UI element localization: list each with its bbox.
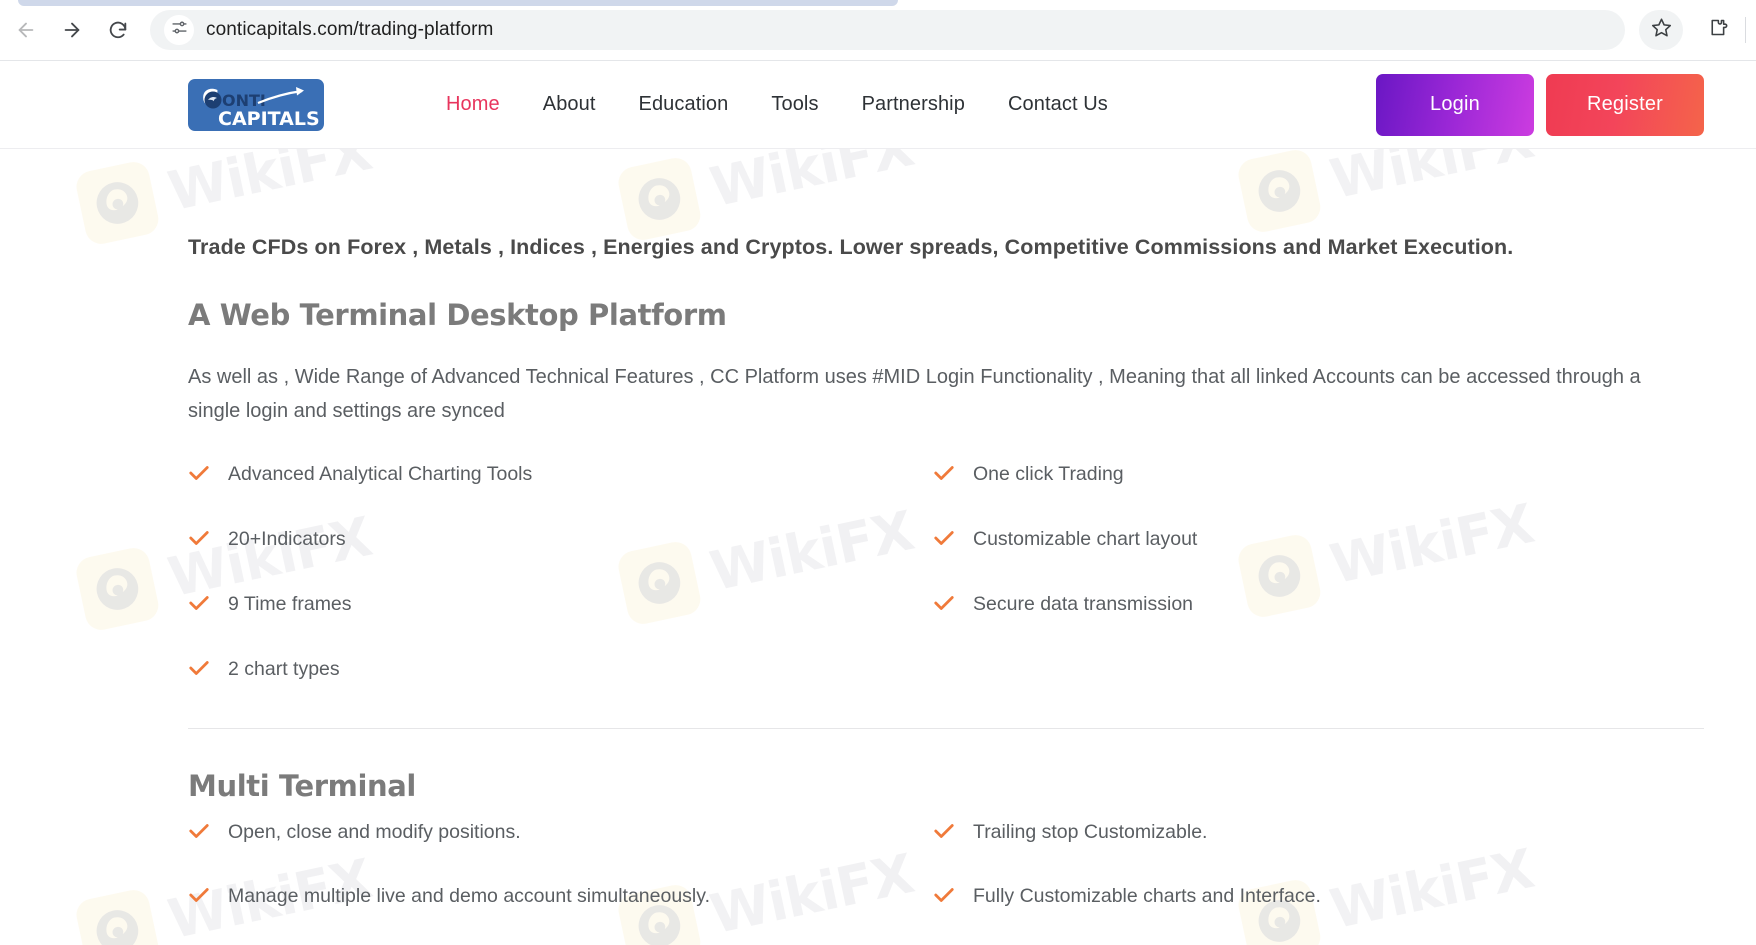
browser-tab-strip[interactable] (18, 0, 898, 6)
list-item: Manage multiple live and demo account si… (188, 881, 933, 911)
section-title-multi-terminal: Multi Terminal (188, 769, 1704, 803)
nav-item-tools[interactable]: Tools (771, 93, 818, 116)
list-item: Customizable chart layout (933, 524, 1704, 554)
feature-label: Secure data transmission (973, 589, 1193, 619)
nav-item-about[interactable]: About (543, 93, 596, 116)
list-item: 9 Time frames (188, 589, 933, 619)
feature-label: Customizable chart layout (973, 524, 1197, 554)
bookmark-button[interactable] (1639, 10, 1683, 50)
check-icon (188, 592, 210, 619)
browser-toolbar: conticapitals.com/trading-platform (0, 0, 1756, 61)
feature-column-left: Advanced Analytical Charting Tools 20+In… (188, 459, 933, 720)
feature-label: 2 chart types (228, 654, 340, 684)
toolbar-divider (1745, 17, 1746, 43)
feature-label: Trailing stop Customizable. (973, 817, 1207, 847)
site-logo[interactable]: C ONTI CAPITALS (188, 79, 324, 131)
toolbar-right-actions (1639, 10, 1756, 50)
list-item: One click Trading (933, 459, 1704, 489)
feature-label: Fully Customizable charts and Interface. (973, 881, 1321, 911)
section-divider (188, 728, 1704, 729)
check-icon (933, 462, 955, 489)
puzzle-piece-icon (1707, 17, 1728, 43)
page-viewport: WikiFX WikiFX WikiFX WikiFX WikiFX WikiF… (0, 61, 1756, 945)
check-icon (933, 884, 955, 911)
check-icon (188, 527, 210, 554)
check-icon (188, 657, 210, 684)
address-bar[interactable]: conticapitals.com/trading-platform (150, 10, 1625, 50)
feature-column-right: One click Trading Customizable chart lay… (933, 459, 1704, 720)
section-title-web-terminal: A Web Terminal Desktop Platform (188, 298, 1704, 332)
list-item: 20+Indicators (188, 524, 933, 554)
forward-arrow-icon (61, 19, 83, 41)
extensions-button[interactable] (1697, 10, 1737, 50)
register-button[interactable]: Register (1546, 74, 1704, 136)
feature-label: 20+Indicators (228, 524, 346, 554)
wikifx-bird-icon (74, 159, 162, 247)
list-item: Advanced Analytical Charting Tools (188, 459, 933, 489)
main-navigation: Home About Education Tools Partnership C… (446, 93, 1108, 116)
feature-label: Open, close and modify positions. (228, 817, 521, 847)
login-button[interactable]: Login (1376, 74, 1534, 136)
feature-label: Manage multiple live and demo account si… (228, 881, 710, 911)
feature-label: Advanced Analytical Charting Tools (228, 459, 532, 489)
tune-icon (171, 19, 188, 41)
feature-grid-web-terminal: Advanced Analytical Charting Tools 20+In… (188, 459, 1704, 720)
reload-icon (107, 19, 129, 41)
back-arrow-icon (15, 19, 37, 41)
list-item: Open, close and modify positions. (188, 817, 933, 847)
list-item: Secure data transmission (933, 589, 1704, 619)
site-settings-button[interactable] (164, 15, 194, 45)
check-icon (188, 884, 210, 911)
feature-column-left: Open, close and modify positions. Manage… (188, 817, 933, 945)
check-icon (188, 820, 210, 847)
nav-item-education[interactable]: Education (639, 93, 729, 116)
lead-paragraph: Trade CFDs on Forex , Metals , Indices ,… (188, 235, 1704, 260)
svg-text:CAPITALS: CAPITALS (218, 108, 320, 130)
check-icon (933, 592, 955, 619)
reload-button[interactable] (98, 10, 138, 50)
check-icon (933, 527, 955, 554)
list-item: Trailing stop Customizable. (933, 817, 1704, 847)
list-item: Fully Customizable charts and Interface. (933, 881, 1704, 911)
url-text[interactable]: conticapitals.com/trading-platform (206, 19, 493, 41)
forward-button[interactable] (52, 10, 92, 50)
main-content: Trade CFDs on Forex , Metals , Indices ,… (0, 235, 1756, 945)
feature-label: One click Trading (973, 459, 1124, 489)
wikifx-bird-icon (616, 155, 704, 243)
feature-label: 9 Time frames (228, 589, 352, 619)
feature-grid-multi-terminal: Open, close and modify positions. Manage… (188, 817, 1704, 945)
section-paragraph: As well as , Wide Range of Advanced Tech… (188, 360, 1656, 429)
wikifx-bird-icon (1236, 147, 1324, 235)
list-item: 2 chart types (188, 654, 933, 684)
feature-column-right: Trailing stop Customizable. Fully Custom… (933, 817, 1704, 945)
nav-item-contact-us[interactable]: Contact Us (1008, 93, 1108, 116)
star-icon (1651, 17, 1672, 43)
nav-item-partnership[interactable]: Partnership (862, 93, 965, 116)
check-icon (933, 820, 955, 847)
back-button[interactable] (6, 10, 46, 50)
site-header: C ONTI CAPITALS Home About Education Too… (0, 61, 1756, 149)
check-icon (188, 462, 210, 489)
nav-item-home[interactable]: Home (446, 93, 500, 116)
auth-actions: Login Register (1376, 74, 1704, 136)
